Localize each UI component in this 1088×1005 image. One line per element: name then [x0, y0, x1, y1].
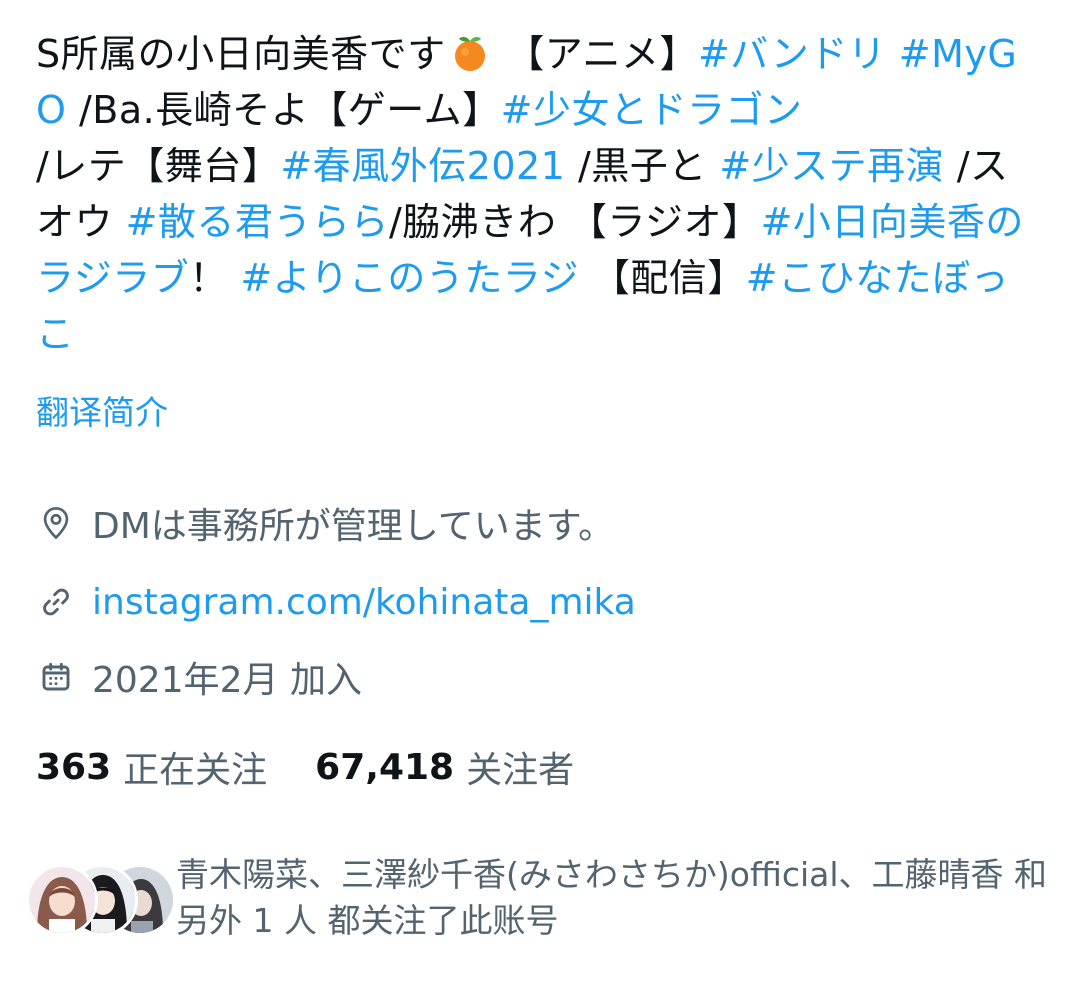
- bio-text: 【配信】: [579, 256, 746, 300]
- follow-stats: 363 正在关注 67,418 关注者: [36, 740, 574, 794]
- following-count: 363: [36, 746, 112, 788]
- tangerine-emoji: [448, 32, 492, 72]
- location-row: DMは事務所が管理しています。: [36, 498, 614, 548]
- following-label: 正在关注: [123, 750, 268, 791]
- hashtag-link[interactable]: #春風外伝2021: [280, 144, 565, 188]
- bio-text: 【アニメ】: [493, 32, 698, 76]
- hashtag-link[interactable]: #よりこのうたラジ: [240, 256, 579, 300]
- profile-bio: S所属の小日向美香です 【アニメ】#バンドリ #MyGO /Ba.長崎そよ【ゲー…: [36, 26, 1046, 362]
- website-row: instagram.com/kohinata_mika: [36, 577, 636, 627]
- hashtag-link[interactable]: #散る君うらら: [126, 200, 389, 244]
- website-link[interactable]: instagram.com/kohinata_mika: [92, 582, 636, 623]
- location-text: DMは事務所が管理しています。: [92, 506, 615, 547]
- joined-row: 2021年2月 加入: [36, 652, 362, 702]
- calendar-icon: [36, 657, 76, 697]
- hashtag-link[interactable]: #バンドリ: [698, 32, 886, 76]
- follower-avatars: [26, 864, 176, 948]
- followers-count: 67,418: [315, 746, 455, 788]
- bio-text: ！: [189, 256, 241, 300]
- followers-link[interactable]: 67,418 关注者: [315, 741, 574, 793]
- followed-by-section[interactable]: 青木陽菜、三澤紗千香(みさわさちか)official、工藤晴香 和 另外 1 人…: [26, 852, 1066, 948]
- bio-text: /レテ【舞台】: [36, 144, 281, 188]
- avatar: [26, 864, 98, 936]
- bio-text: /黒子と: [565, 144, 720, 188]
- followers-label: 关注者: [466, 750, 575, 791]
- bio-text: /脇沸きわ 【ラジオ】: [388, 200, 761, 244]
- following-link[interactable]: 363 正在关注: [36, 741, 267, 793]
- bio-text: /Ba.長崎そよ【ゲーム】: [66, 88, 501, 132]
- followed-by-text: 青木陽菜、三澤紗千香(みさわさちか)official、工藤晴香 和 另外 1 人…: [176, 855, 1048, 940]
- bio-text: [886, 32, 899, 76]
- location-pin-icon: [36, 503, 76, 543]
- translate-bio-link[interactable]: 翻译简介: [36, 391, 168, 435]
- link-icon: [36, 582, 76, 622]
- bio-text: S所属の小日向美香です: [36, 32, 446, 76]
- joined-text: 2021年2月 加入: [92, 660, 362, 701]
- hashtag-link[interactable]: #少ステ再演: [719, 144, 944, 188]
- hashtag-link[interactable]: #少女とドラゴン: [501, 88, 803, 132]
